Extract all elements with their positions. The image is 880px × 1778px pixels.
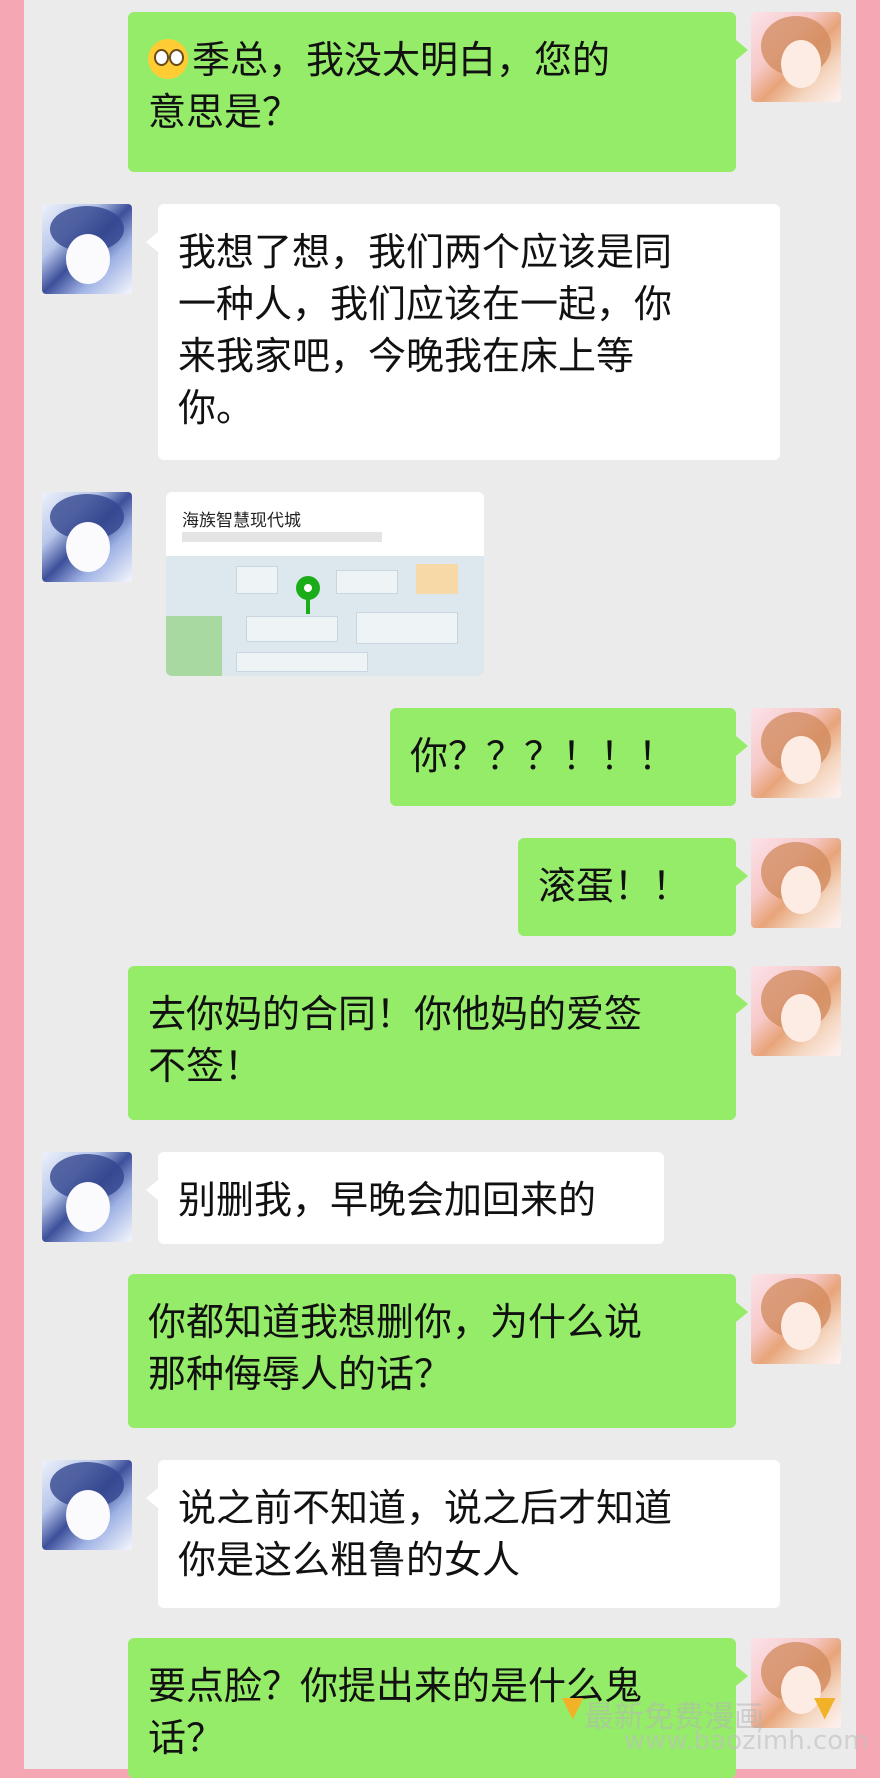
location-pin-icon (296, 576, 320, 600)
message-text: 你都知道我想删你，为什么说 那种侮辱人的话？ (148, 1300, 643, 1396)
message-bubble-sent: 季总，我没太明白，您的 意思是？ (128, 12, 748, 172)
flushed-face-icon (148, 39, 188, 79)
message-bubble-sent: 你？？？！！！ (390, 708, 748, 806)
message-bubble-received: 别删我，早晚会加回来的 (146, 1152, 664, 1244)
avatar-her[interactable] (751, 1274, 841, 1364)
message-text: 我想了想，我们两个应该是同 一种人，我们应该在一起，你 来我家吧，今晚我在床上等… (178, 230, 673, 430)
message-bubble-received: 我想了想，我们两个应该是同 一种人，我们应该在一起，你 来我家吧，今晚我在床上等… (146, 204, 780, 460)
location-card[interactable]: 海族智慧现代城 (166, 492, 484, 676)
message-text: 滚蛋！！ (538, 864, 691, 908)
watermark-url: www.baozimh.com (624, 1726, 869, 1756)
avatar-her[interactable] (751, 966, 841, 1056)
avatar-him[interactable] (42, 492, 132, 582)
message-text: 说之前不知道，说之后才知道 你是这么粗鲁的女人 (178, 1486, 673, 1582)
message-text: 别删我，早晚会加回来的 (178, 1178, 597, 1222)
avatar-her[interactable] (751, 838, 841, 928)
chat-conversation: 季总，我没太明白，您的 意思是？ 我想了想，我们两个应该是同 一种人，我们应该在… (24, 0, 869, 1778)
message-bubble-sent: 你都知道我想删你，为什么说 那种侮辱人的话？ (128, 1274, 748, 1428)
avatar-her[interactable] (751, 708, 841, 798)
message-text: 季总，我没太明白，您的 意思是？ (148, 38, 611, 134)
message-bubble-sent: 去你妈的合同！你他妈的爱签 不签！ (128, 966, 748, 1120)
avatar-him[interactable] (42, 1152, 132, 1242)
message-bubble-sent: 滚蛋！！ (518, 838, 748, 936)
location-address-blurred (182, 532, 382, 542)
message-text: 去你妈的合同！你他妈的爱签 不签！ (148, 992, 643, 1088)
message-text: 你？？？！！！ (410, 734, 677, 778)
avatar-him[interactable] (42, 1460, 132, 1550)
map-preview (166, 556, 484, 676)
location-title: 海族智慧现代城 (182, 511, 301, 531)
pointing-down-icon: ▼ (562, 1690, 584, 1723)
message-bubble-received: 说之前不知道，说之后才知道 你是这么粗鲁的女人 (146, 1460, 780, 1608)
avatar-him[interactable] (42, 204, 132, 294)
avatar-her[interactable] (751, 12, 841, 102)
pointing-down-icon: ▼ (814, 1690, 836, 1723)
